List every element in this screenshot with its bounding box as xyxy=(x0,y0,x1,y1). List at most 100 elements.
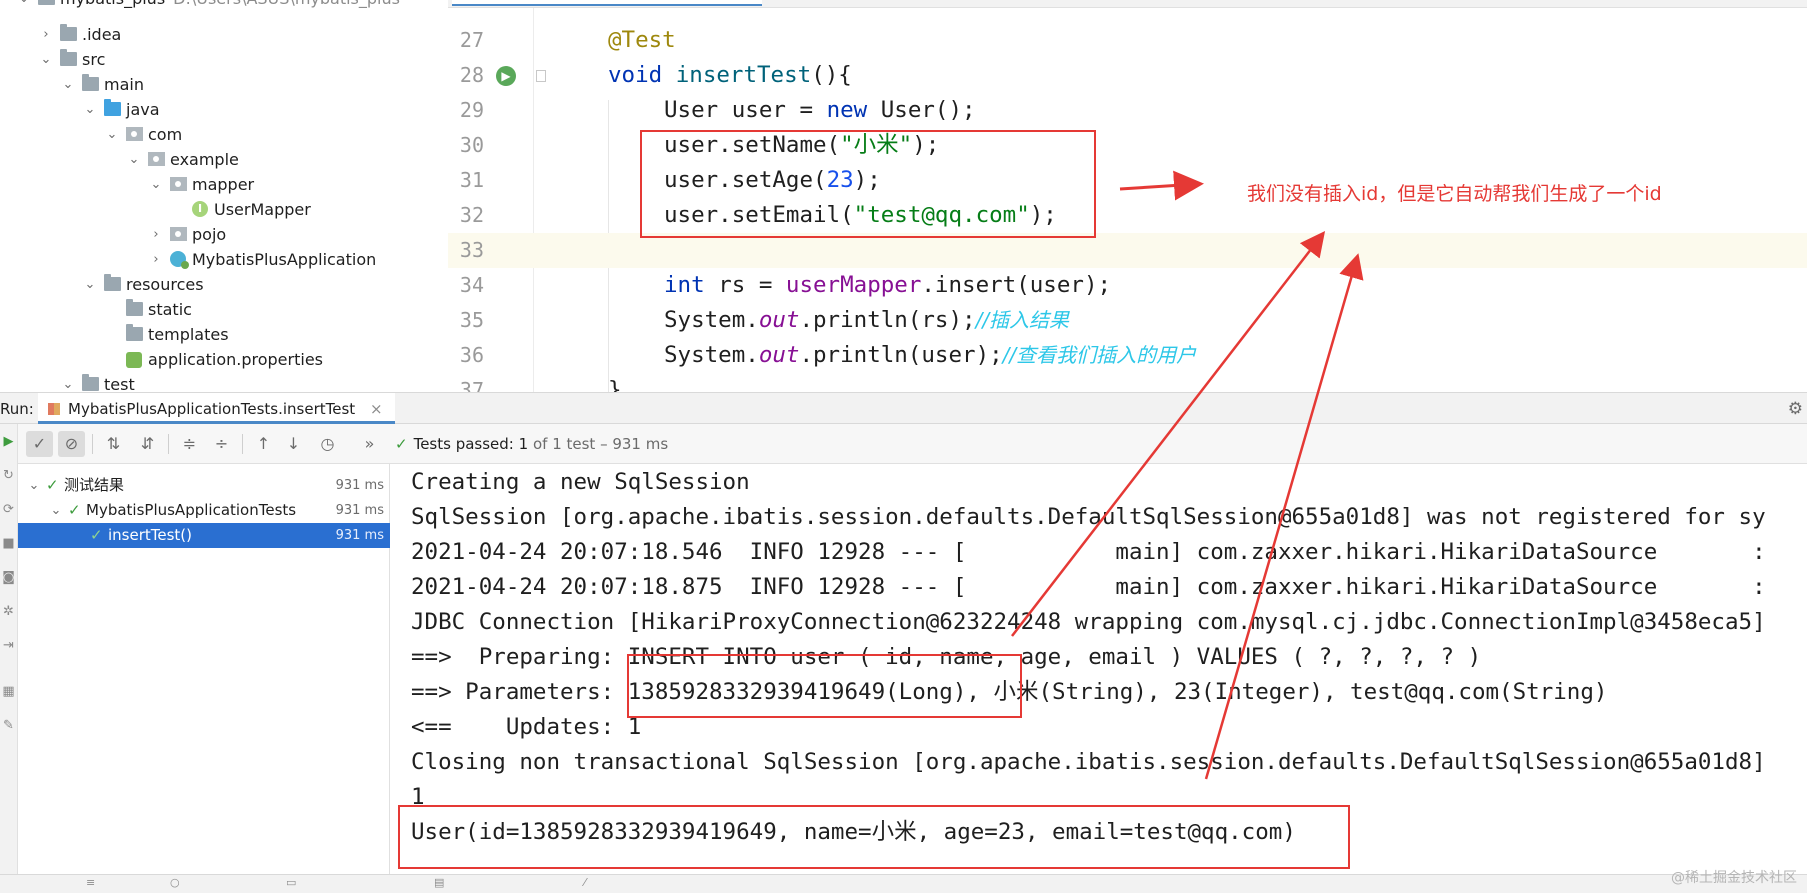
sort-duration-icon[interactable]: ⇵ xyxy=(134,431,161,457)
screenshot-icon[interactable]: ◙ xyxy=(1,570,16,585)
chevron-down-icon[interactable]: ⌄ xyxy=(62,372,74,392)
tree-item-mybatisplusapplication[interactable]: › MybatisPlusApplication xyxy=(0,247,438,272)
settings-icon[interactable]: ✲ xyxy=(1,604,16,619)
code-token: int xyxy=(664,272,719,298)
project-path-hint: D:\Users\ASUS\mybatis_plus xyxy=(173,0,400,8)
toggle-auto-test-icon[interactable]: ⟳ xyxy=(1,502,16,517)
chevron-right-icon[interactable]: › xyxy=(150,222,162,247)
tree-item--idea[interactable]: › .idea xyxy=(0,22,438,47)
problems-icon[interactable]: ○ xyxy=(170,877,182,889)
tree-item-text: java xyxy=(126,97,160,122)
chevron-right-icon[interactable]: › xyxy=(150,247,162,272)
test-tree-item[interactable]: ⌄ ✓ 测试结果 931 ms xyxy=(18,473,390,498)
test-tree-item[interactable]: ⌄ ✓ MybatisPlusApplicationTests 931 ms xyxy=(18,498,390,523)
tree-item-resources[interactable]: ⌄ resources xyxy=(0,272,438,297)
package-icon xyxy=(148,152,165,166)
tree-item-main[interactable]: ⌄ main xyxy=(0,72,438,97)
tree-item-mybatis-plus[interactable]: ⌄ mybatis_plus D:\Users\ASUS\mybatis_plus xyxy=(0,0,438,11)
tree-item-com[interactable]: ⌄ com xyxy=(0,122,438,147)
gear-icon[interactable]: ⚙ xyxy=(1788,393,1803,425)
next-failed-icon[interactable]: ↓ xyxy=(280,431,307,457)
editor-tab-active[interactable] xyxy=(452,0,762,6)
code-line[interactable]: 28 void insertTest(){ xyxy=(448,58,1807,93)
tree-item-src[interactable]: ⌄ src xyxy=(0,47,438,72)
line-number: 37 xyxy=(459,378,484,392)
highlight-box-parameters xyxy=(627,654,1022,718)
chevron-right-icon[interactable]: › xyxy=(40,22,52,47)
run-config-tab[interactable]: MybatisPlusApplicationTests.insertTest × xyxy=(38,393,395,424)
toolbar-separator xyxy=(242,434,243,454)
code-line[interactable]: 37} xyxy=(448,373,1807,392)
code-token: userMapper xyxy=(785,272,922,298)
test-history-icon[interactable]: ◷ xyxy=(314,431,341,457)
layout-icon[interactable]: ▦ xyxy=(1,684,16,699)
expand-all-icon[interactable]: ≑ xyxy=(176,431,203,457)
tree-item-mapper[interactable]: ⌄ mapper xyxy=(0,172,438,197)
chevron-down-icon[interactable]: ⌄ xyxy=(50,498,62,523)
pin-icon[interactable]: ✎ xyxy=(1,718,16,733)
folder-icon xyxy=(38,0,55,5)
code-token: } xyxy=(608,377,622,392)
show-passed-icon[interactable]: ✓ xyxy=(26,431,53,457)
console-line: 2021-04-24 20:07:18.546 INFO 12928 --- [… xyxy=(411,539,1766,565)
chevron-down-icon[interactable]: ⌄ xyxy=(28,473,40,498)
previous-failed-icon[interactable]: ↑ xyxy=(250,431,277,457)
toolbar-separator xyxy=(92,434,93,454)
tree-item-label: java xyxy=(126,100,160,119)
terminal-icon[interactable]: ▭ xyxy=(286,877,298,889)
tree-item-java[interactable]: ⌄ java xyxy=(0,97,438,122)
chevron-down-icon[interactable]: ⌄ xyxy=(84,97,96,122)
rerun-icon[interactable]: ▶ xyxy=(1,434,16,449)
chevron-down-icon[interactable]: ⌄ xyxy=(18,0,30,11)
tree-item-label: MybatisPlusApplication xyxy=(192,250,377,269)
tree-item-text: mybatis_plus D:\Users\ASUS\mybatis_plus xyxy=(60,0,400,11)
code-line[interactable]: 29 User user = new User(); xyxy=(448,93,1807,128)
chevron-down-icon[interactable]: ⌄ xyxy=(128,147,140,172)
chevron-down-icon[interactable]: ⌄ xyxy=(150,172,162,197)
code-token: .println(user); xyxy=(799,342,1003,368)
services-icon[interactable]: ⁄ xyxy=(584,877,596,889)
code-line[interactable]: 36 System.out.println(user);//查看我们插入的用户 xyxy=(448,338,1807,373)
tree-item-usermapper[interactable]: I UserMapper xyxy=(0,197,438,222)
sort-alpha-icon[interactable]: ⇅ xyxy=(100,431,127,457)
code-token: System. xyxy=(664,342,759,368)
code-text: System.out.println(rs);//插入结果 xyxy=(664,303,1069,338)
code-line[interactable]: 33 xyxy=(448,233,1807,268)
line-number: 29 xyxy=(459,98,484,122)
tree-item-application-properties[interactable]: application.properties xyxy=(0,347,438,372)
tree-item-text: mapper xyxy=(192,172,254,197)
chevron-down-icon[interactable]: ⌄ xyxy=(62,72,74,97)
test-duration: 931 ms xyxy=(335,528,384,543)
test-tree-item[interactable]: ✓ insertTest() 931 ms xyxy=(18,523,390,548)
chevron-down-icon[interactable]: ⌄ xyxy=(84,272,96,297)
tree-item-templates[interactable]: templates xyxy=(0,322,438,347)
tree-item-pojo[interactable]: › pojo xyxy=(0,222,438,247)
collapse-all-icon[interactable]: ÷ xyxy=(208,431,235,457)
code-line[interactable]: 27 @Test xyxy=(448,23,1807,58)
close-tab-icon[interactable]: × xyxy=(370,400,383,418)
more-actions-icon[interactable]: » xyxy=(356,431,383,457)
chevron-down-icon[interactable]: ⌄ xyxy=(106,122,118,147)
stop-icon[interactable]: ■ xyxy=(1,536,16,551)
tree-item-label: templates xyxy=(148,325,229,344)
tree-item-label: pojo xyxy=(192,225,227,244)
test-name: MybatisPlusApplicationTests xyxy=(86,501,297,519)
folder-icon xyxy=(126,299,143,316)
code-line[interactable]: 34 int rs = userMapper.insert(user); xyxy=(448,268,1807,303)
code-text: void insertTest(){ xyxy=(608,58,852,93)
todo-icon[interactable]: ≡ xyxy=(86,877,98,889)
tree-item-static[interactable]: static xyxy=(0,297,438,322)
chevron-down-icon[interactable]: ⌄ xyxy=(40,47,52,72)
code-text: int rs = userMapper.insert(user); xyxy=(664,268,1111,303)
rerun-failed-icon[interactable]: ↻ xyxy=(1,468,16,483)
show-ignored-icon[interactable]: ⊘ xyxy=(58,431,85,457)
tree-item-example[interactable]: ⌄ example xyxy=(0,147,438,172)
tree-item-text: MybatisPlusApplication xyxy=(192,247,376,272)
import-tests-icon[interactable]: ⇥ xyxy=(1,638,16,653)
tree-item-test[interactable]: ⌄ test xyxy=(0,372,438,392)
code-line[interactable]: 35 System.out.println(rs);//插入结果 xyxy=(448,303,1807,338)
run-tab-label: MybatisPlusApplicationTests.insertTest xyxy=(68,400,356,418)
code-token: User(); xyxy=(880,97,976,123)
tree-item-label: static xyxy=(148,300,192,319)
build-icon[interactable]: ▤ xyxy=(434,877,446,889)
